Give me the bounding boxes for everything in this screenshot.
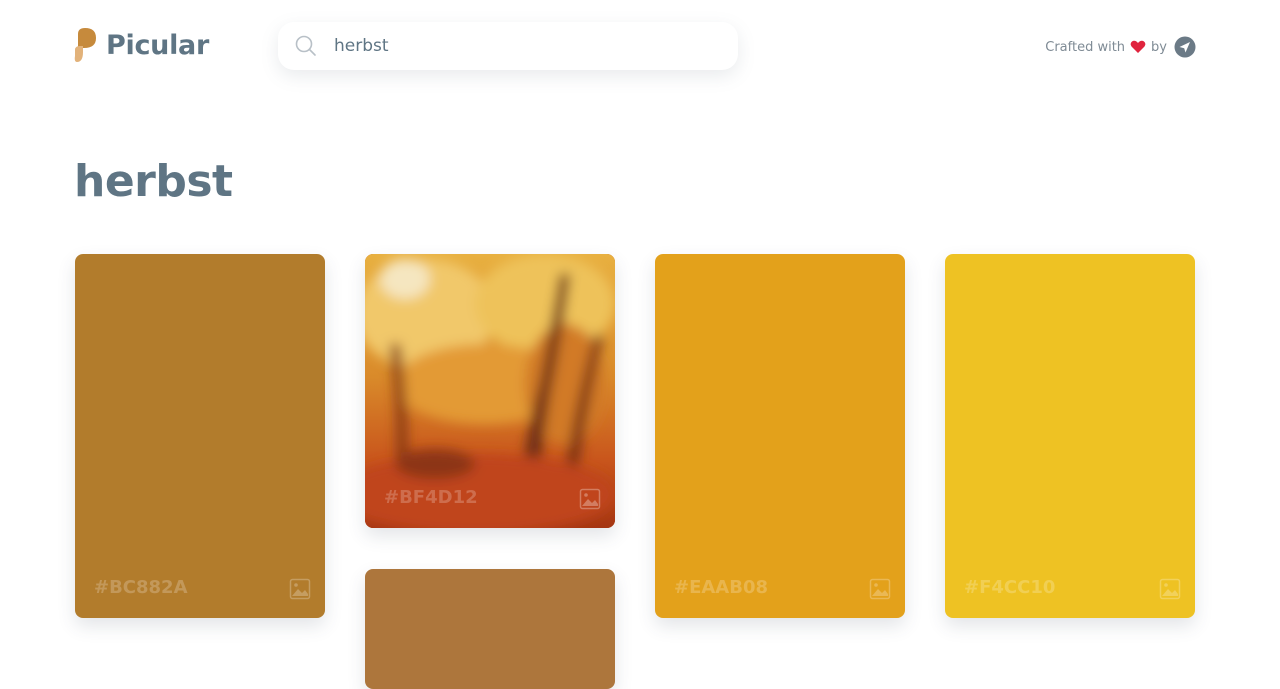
search-input[interactable] (332, 35, 716, 57)
swatch-hex-label: #EAAB08 (674, 577, 769, 598)
photo-swatch[interactable]: #BF4D12 (365, 254, 615, 528)
swatch-hex-label: #BF4D12 (384, 487, 478, 508)
rocket-icon[interactable] (1174, 36, 1196, 58)
crafted-credit: Crafted with by (1045, 36, 1196, 58)
color-swatch[interactable] (365, 569, 615, 689)
swatch-hex-label: #F4CC10 (964, 577, 1056, 598)
heart-icon (1130, 40, 1146, 54)
credit-by: by (1151, 39, 1167, 55)
image-icon[interactable] (289, 578, 311, 600)
page-title: herbst (74, 156, 233, 207)
color-swatch[interactable]: #BC882A (75, 254, 325, 618)
image-icon[interactable] (869, 578, 891, 600)
image-icon[interactable] (1159, 578, 1181, 600)
picular-logo-icon (74, 28, 98, 62)
brand-name: Picular (106, 29, 209, 61)
swatch-hex-label: #BC882A (94, 577, 188, 598)
credit-prefix: Crafted with (1045, 39, 1126, 55)
color-swatch[interactable]: #F4CC10 (945, 254, 1195, 618)
search-bar[interactable] (278, 22, 738, 70)
image-icon[interactable] (579, 488, 601, 510)
search-icon (294, 34, 318, 58)
color-swatch[interactable]: #EAAB08 (655, 254, 905, 618)
picular-logo[interactable]: Picular (74, 28, 209, 62)
